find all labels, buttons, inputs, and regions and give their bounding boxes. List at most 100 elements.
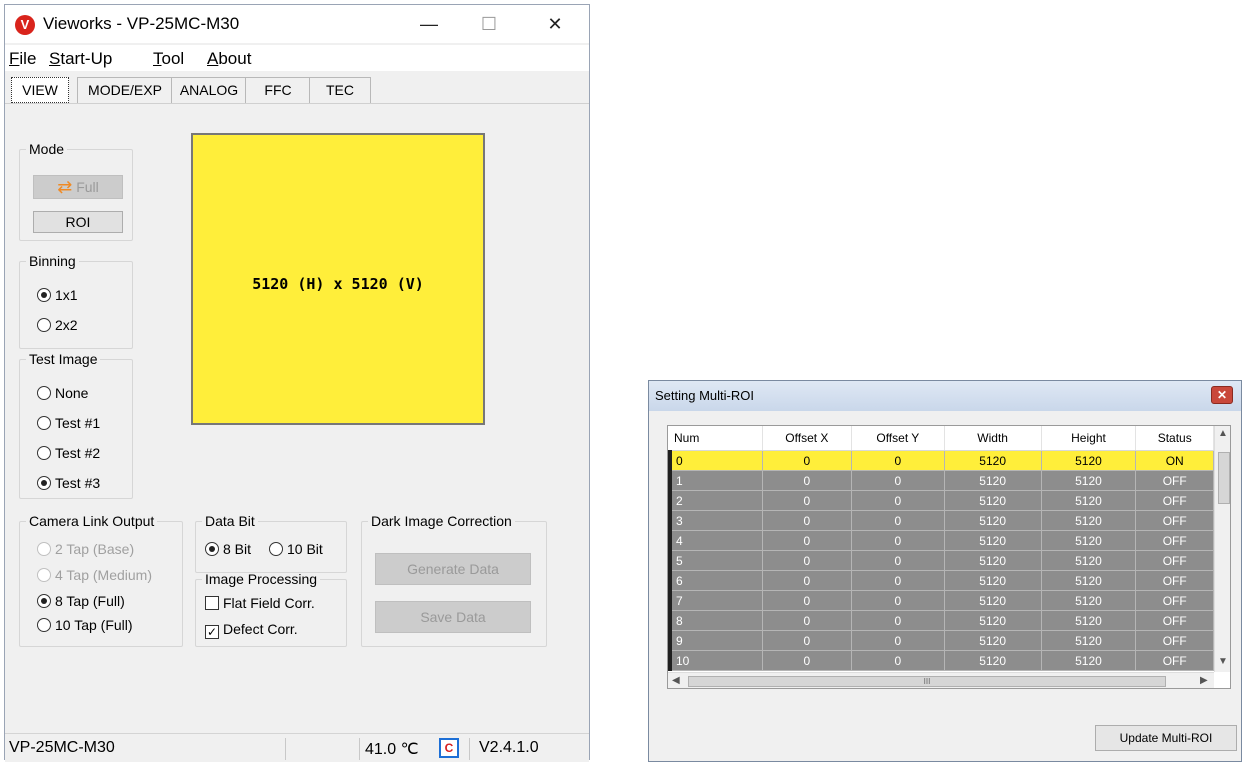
test-1-label: Test #1 (55, 415, 101, 431)
horizontal-scroll-thumb[interactable]: III (688, 676, 1166, 687)
image-processing-legend: Image Processing (205, 571, 318, 587)
vertical-scrollbar[interactable]: ▲ ▼ (1214, 426, 1230, 672)
menu-about-label: bout (218, 49, 252, 68)
bit-8-radio[interactable]: 8 Bit (205, 541, 251, 557)
table-cell: OFF (1135, 650, 1214, 671)
tab-ffc[interactable]: FFC (245, 77, 311, 103)
minimize-button[interactable]: — (409, 11, 449, 37)
save-data-button[interactable]: Save Data (375, 601, 531, 633)
radio-unchecked-icon (37, 386, 51, 400)
table-cell: 0 (850, 630, 945, 651)
close-button[interactable]: ✕ (535, 11, 575, 37)
table-cell: 0 (668, 450, 763, 471)
table-cell: OFF (1135, 630, 1214, 651)
table-row[interactable]: 3 0 0 5120 5120 OFF (668, 510, 1214, 531)
table-cell: 0 (850, 470, 945, 491)
table-cell: 5120 (1040, 570, 1137, 591)
menu-startup[interactable]: Start-Up (49, 49, 112, 69)
table-cell: OFF (1135, 490, 1214, 511)
tap-4-radio[interactable]: 4 Tap (Medium) (37, 567, 152, 583)
tab-tec[interactable]: TEC (309, 77, 371, 103)
horizontal-scrollbar[interactable]: ◀ III ▶ (668, 672, 1214, 688)
column-header-status[interactable]: Status (1135, 426, 1214, 451)
table-row[interactable]: 10 0 0 5120 5120 OFF (668, 650, 1214, 671)
full-mode-button[interactable]: ⇄ Full (33, 175, 123, 199)
scroll-down-arrow-icon[interactable]: ▼ (1215, 656, 1230, 667)
bit-10-radio[interactable]: 10 Bit (269, 541, 323, 557)
column-header-offset-y[interactable]: Offset Y (851, 426, 945, 451)
table-cell: 0 (850, 490, 945, 511)
menu-about[interactable]: About (207, 49, 251, 69)
tap-2-label: 2 Tap (Base) (55, 541, 135, 557)
status-separator (469, 738, 470, 760)
update-multi-roi-button[interactable]: Update Multi-ROI (1095, 725, 1237, 751)
table-row[interactable]: 9 0 0 5120 5120 OFF (668, 630, 1214, 651)
radio-unchecked-icon (269, 542, 283, 556)
defect-corr-checkbox[interactable]: ✓ Defect Corr. (205, 621, 298, 639)
test-none-radio[interactable]: None (37, 385, 88, 401)
table-row[interactable]: 1 0 0 5120 5120 OFF (668, 470, 1214, 491)
dialog-title-bar[interactable]: Setting Multi-ROI ✕ (649, 381, 1241, 411)
table-cell: OFF (1135, 510, 1214, 531)
scroll-right-arrow-icon[interactable]: ▶ (1200, 675, 1208, 686)
radio-checked-icon (37, 288, 51, 302)
tap-2-radio[interactable]: 2 Tap (Base) (37, 541, 134, 557)
binning-2x2-radio[interactable]: 2x2 (37, 317, 78, 333)
table-cell: 0 (850, 570, 945, 591)
roi-mode-button[interactable]: ROI (33, 211, 123, 233)
data-bit-legend: Data Bit (205, 513, 255, 529)
table-row[interactable]: 2 0 0 5120 5120 OFF (668, 490, 1214, 511)
table-cell: 0 (850, 510, 945, 531)
column-header-width[interactable]: Width (944, 426, 1042, 451)
status-separator (285, 738, 286, 760)
bit-10-label: 10 Bit (287, 541, 323, 557)
scroll-up-arrow-icon[interactable]: ▲ (1215, 428, 1230, 439)
menu-startup-label: tart-Up (60, 49, 113, 68)
table-row[interactable]: 6 0 0 5120 5120 OFF (668, 570, 1214, 591)
test-1-radio[interactable]: Test #1 (37, 415, 100, 431)
tab-view[interactable]: VIEW (11, 77, 69, 103)
column-header-offset-x[interactable]: Offset X (762, 426, 852, 451)
resolution-label: 5120 (H) x 5120 (V) (252, 275, 424, 293)
generate-data-button[interactable]: Generate Data (375, 553, 531, 585)
tap-8-radio[interactable]: 8 Tap (Full) (37, 593, 125, 609)
binning-1x1-radio[interactable]: 1x1 (37, 287, 78, 303)
test-3-radio[interactable]: Test #3 (37, 475, 100, 491)
table-cell: 5120 (1040, 510, 1137, 531)
table-row[interactable]: 4 0 0 5120 5120 OFF (668, 530, 1214, 551)
column-header-height[interactable]: Height (1041, 426, 1137, 451)
roi-table: Num Offset X Offset Y Width Height Statu… (668, 426, 1214, 671)
column-header-num[interactable]: Num (670, 426, 763, 451)
table-cell: 0 (850, 650, 945, 671)
table-cell: 5120 (1040, 610, 1137, 631)
menu-tool[interactable]: Tool (153, 49, 184, 69)
table-cell: 0 (850, 530, 945, 551)
vieworks-logo-icon: V (15, 15, 35, 35)
table-row[interactable]: 8 0 0 5120 5120 OFF (668, 610, 1214, 631)
flat-field-checkbox[interactable]: Flat Field Corr. (205, 595, 315, 611)
table-row[interactable]: 7 0 0 5120 5120 OFF (668, 590, 1214, 611)
table-header-row: Num Offset X Offset Y Width Height Statu… (670, 426, 1214, 451)
tab-mode-exp[interactable]: MODE/EXP (77, 77, 173, 103)
table-cell: 5120 (1040, 590, 1137, 611)
table-row[interactable]: 5 0 0 5120 5120 OFF (668, 550, 1214, 571)
menu-bar: File Start-Up Tool About (5, 45, 589, 71)
table-cell: OFF (1135, 610, 1214, 631)
table-cell: 10 (668, 650, 763, 671)
table-cell: 8 (668, 610, 763, 631)
title-bar[interactable]: V Vieworks - VP-25MC-M30 — ☐ ✕ (5, 5, 589, 43)
table-row[interactable]: 0 0 0 5120 5120 ON (668, 450, 1214, 471)
table-cell: 5120 (943, 450, 1042, 471)
tab-analog[interactable]: ANALOG (171, 77, 247, 103)
maximize-button[interactable]: ☐ (469, 11, 509, 37)
menu-tool-accel: T (153, 49, 162, 68)
dialog-title: Setting Multi-ROI (655, 388, 754, 403)
radio-unchecked-icon (37, 618, 51, 632)
radio-unchecked-icon (37, 542, 51, 556)
tap-10-radio[interactable]: 10 Tap (Full) (37, 617, 133, 633)
scroll-left-arrow-icon[interactable]: ◀ (672, 675, 680, 686)
test-2-radio[interactable]: Test #2 (37, 445, 100, 461)
vertical-scroll-thumb[interactable] (1218, 452, 1230, 504)
menu-file[interactable]: File (9, 49, 36, 69)
dialog-close-button[interactable]: ✕ (1211, 386, 1233, 404)
